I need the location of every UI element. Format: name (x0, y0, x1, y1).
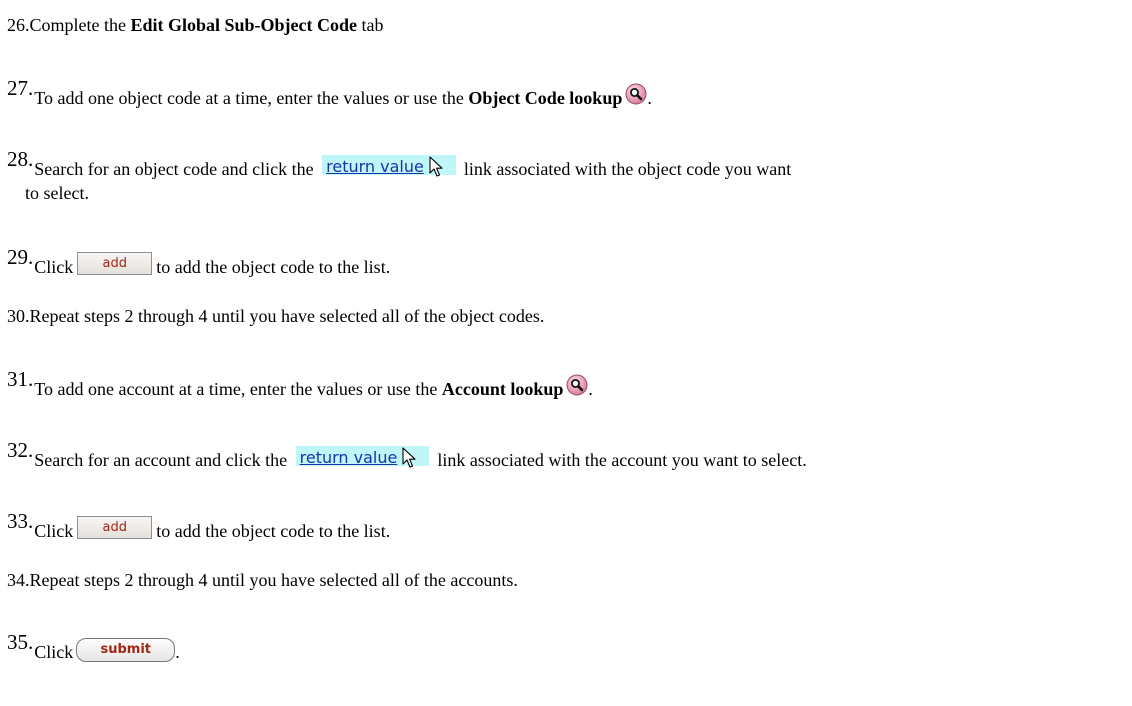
mouse-cursor-icon (402, 447, 416, 468)
step-number: 33. (7, 509, 34, 533)
step-32: 32.Search for an account and click the r… (7, 439, 807, 471)
step-number: 28. (7, 147, 34, 171)
step-bold-text: Edit Global Sub-Object Code (130, 15, 358, 35)
submit-button[interactable]: submit (76, 638, 176, 662)
step-number: 31. (7, 367, 34, 391)
return-value-link[interactable]: return value (322, 155, 456, 177)
step-bold-text: Object Code lookup (468, 88, 623, 108)
step-text: Complete the (29, 15, 131, 35)
add-button[interactable]: add (77, 516, 153, 539)
mouse-cursor-icon (429, 156, 443, 177)
step-text: Search for an object code and click the (34, 159, 319, 179)
step-number: 35. (7, 630, 34, 654)
step-34: 34.Repeat steps 2 through 4 until you ha… (7, 569, 518, 591)
step-33: 33.Click add to add the object code to the… (7, 510, 391, 542)
step-28: 28.Search for an object code and click t… (7, 148, 792, 180)
magnifier-lookup-icon (566, 374, 588, 396)
step-26: 26.Complete the Edit Global Sub-Object C… (7, 14, 384, 36)
step-text: . (175, 642, 180, 662)
add-button-label[interactable]: add (103, 520, 127, 535)
step-text: Repeat steps 2 through 4 until you have … (29, 570, 518, 590)
step-text: Click (34, 257, 74, 277)
add-button[interactable]: add (77, 252, 153, 275)
step-text: . (647, 88, 652, 108)
return-value-link-text[interactable]: return value (300, 448, 398, 467)
step-text: to add the object code to the list. (156, 257, 391, 277)
step-29: 29.Click add to add the object code to the… (7, 246, 391, 278)
step-text: To add one object code at a time, enter … (34, 88, 469, 108)
step-text: tab (357, 15, 384, 35)
step-text: . (588, 379, 593, 399)
return-value-link[interactable]: return value (295, 446, 430, 468)
step-text: link associated with the object code you… (463, 159, 792, 179)
step-number: 30. (7, 306, 30, 326)
step-bold-text: Account lookup (441, 379, 564, 399)
step-31: 31.To add one account at a time, enter t… (7, 368, 593, 400)
step-35: 35.Click submit. (7, 631, 180, 663)
step-28-continuation: to select. (25, 183, 89, 203)
step-text: Repeat steps 2 through 4 until you have … (29, 306, 545, 326)
submit-button-label[interactable]: submit (100, 642, 151, 657)
step-number: 27. (7, 76, 34, 100)
step-text: Search for an account and click the (34, 450, 292, 470)
step-text: Click (34, 521, 74, 541)
step-number: 29. (7, 245, 34, 269)
step-30: 30.Repeat steps 2 through 4 until you ha… (7, 305, 544, 327)
return-value-link-text[interactable]: return value (326, 157, 424, 176)
step-text: To add one account at a time, enter the … (34, 379, 442, 399)
step-text: Click (34, 642, 74, 662)
magnifier-lookup-icon (625, 83, 647, 105)
step-number: 26. (7, 15, 30, 35)
step-number: 32. (7, 438, 34, 462)
add-button-label[interactable]: add (103, 256, 127, 271)
step-text: to add the object code to the list. (156, 521, 391, 541)
step-text: link associated with the account you wan… (437, 450, 807, 470)
step-27: 27.To add one object code at a time, ent… (7, 77, 652, 109)
step-number: 34. (7, 570, 30, 590)
